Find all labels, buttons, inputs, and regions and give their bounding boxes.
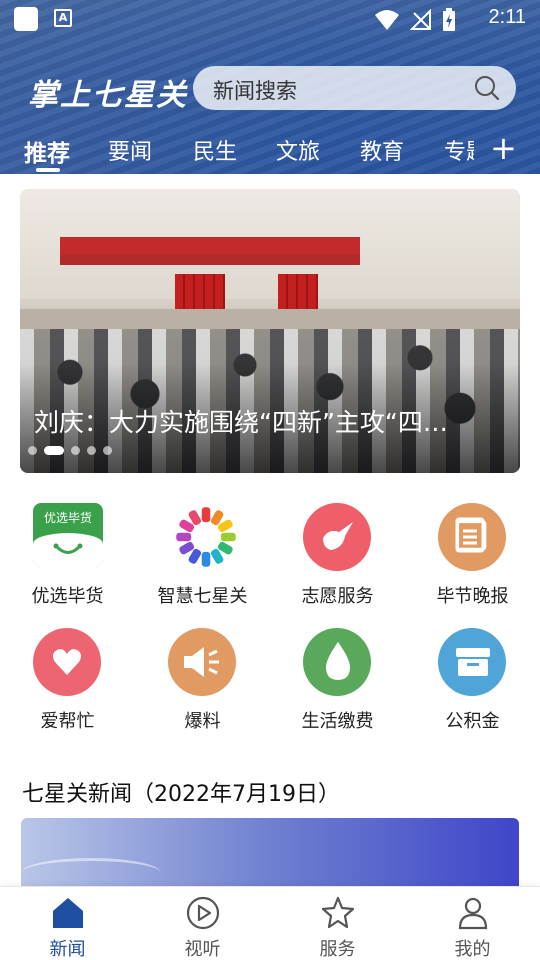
banner-title[interactable]: 刘庆：大力实施围绕“四新”主攻“四… [34,403,464,439]
service-label: 公积金 [445,711,500,732]
nav-audio-video[interactable]: 视听 [135,887,270,960]
service-label: 毕节晚报 [436,586,509,607]
tab-recommend[interactable]: 推荐 [24,134,70,168]
tab-culture-tourism[interactable]: 文旅 [276,134,320,166]
no-signal-icon [410,9,431,30]
status-icons [374,8,456,32]
person-icon [458,897,488,930]
star-icon [321,896,355,929]
banner-photo-flags-left [175,274,225,312]
speaker-icon [184,647,219,677]
news-thumbnail[interactable] [21,818,519,890]
carousel-dot[interactable] [87,446,96,455]
search-icon[interactable] [474,75,500,101]
service-label: 优选毕货 [31,586,104,607]
newspaper-icon [438,503,506,571]
nav-services[interactable]: 服务 [270,887,405,960]
carousel-dots [28,446,112,455]
service-label: 爆料 [184,711,221,732]
tab-headlines[interactable]: 要闻 [108,134,152,166]
banner-photo-screen-lower [60,255,360,265]
play-circle-icon [186,896,220,930]
category-tabs: 推荐 要闻 民生 文旅 教育 专题 + [0,128,540,174]
thumbnail-light-streak [21,858,161,888]
add-tab-icon[interactable]: + [490,128,517,168]
youxuan-bihuo-icon-text: 优选毕货 [43,511,92,525]
nav-label: 新闻 [49,939,86,960]
smile-icon [53,543,83,554]
document-icon [455,517,487,553]
home-icon [53,898,83,928]
service-label: 志愿服务 [301,586,374,607]
tab-livelihood[interactable]: 民生 [193,134,237,166]
battery-charging-icon [443,8,455,31]
carousel-dot[interactable] [103,446,112,455]
nav-label: 视听 [184,939,221,960]
heart-shape-icon [52,649,82,675]
tab-special[interactable]: 专题 [444,134,474,166]
nav-news[interactable]: 新闻 [0,887,135,960]
bottom-navigation: 新闻 视听 服务 我的 [0,886,540,960]
service-label: 爱帮忙 [40,711,95,732]
colorful-flower-icon [176,507,236,567]
banner-photo-flags-right [278,274,318,312]
hand-dove-icon [323,522,353,550]
news-section-title: 七星关新闻（2022年7月19日） [22,782,340,807]
megaphone-icon [168,628,236,696]
nav-label: 我的 [454,939,491,960]
carousel-dot[interactable] [28,446,37,455]
service-label: 生活缴费 [301,711,374,732]
status-bar: A 2:11 [0,0,540,36]
font-a-icon: A [54,9,72,27]
youxuan-bihuo-icon: 优选毕货 [33,503,103,567]
water-drop-icon [303,628,371,696]
wifi-icon [375,10,399,30]
search-bar[interactable]: 新闻搜索 [193,66,516,110]
active-tab-indicator [36,168,60,172]
drop-shape-icon [326,642,350,680]
service-label: 智慧七星关 [157,586,248,607]
app-square-icon [14,7,38,31]
app-logo: 掌上七星关 [28,78,188,113]
nav-label: 服务 [319,939,356,960]
box-icon [438,628,506,696]
carousel-dot[interactable] [71,446,80,455]
search-input[interactable]: 新闻搜索 [213,75,297,105]
parcel-icon [456,648,490,676]
app-header: A 2:11 掌上七星关 新闻搜索 推荐 要闻 民生 文旅 教育 专 + [0,0,540,174]
tab-education[interactable]: 教育 [360,134,404,166]
carousel-dot-active[interactable] [44,446,64,455]
nav-profile[interactable]: 我的 [405,887,540,960]
heart-icon [33,628,101,696]
volunteer-hand-icon [303,503,371,571]
status-time: 2:11 [488,6,526,28]
carousel-banner[interactable]: 刘庆：大力实施围绕“四新”主攻“四… [20,189,520,473]
